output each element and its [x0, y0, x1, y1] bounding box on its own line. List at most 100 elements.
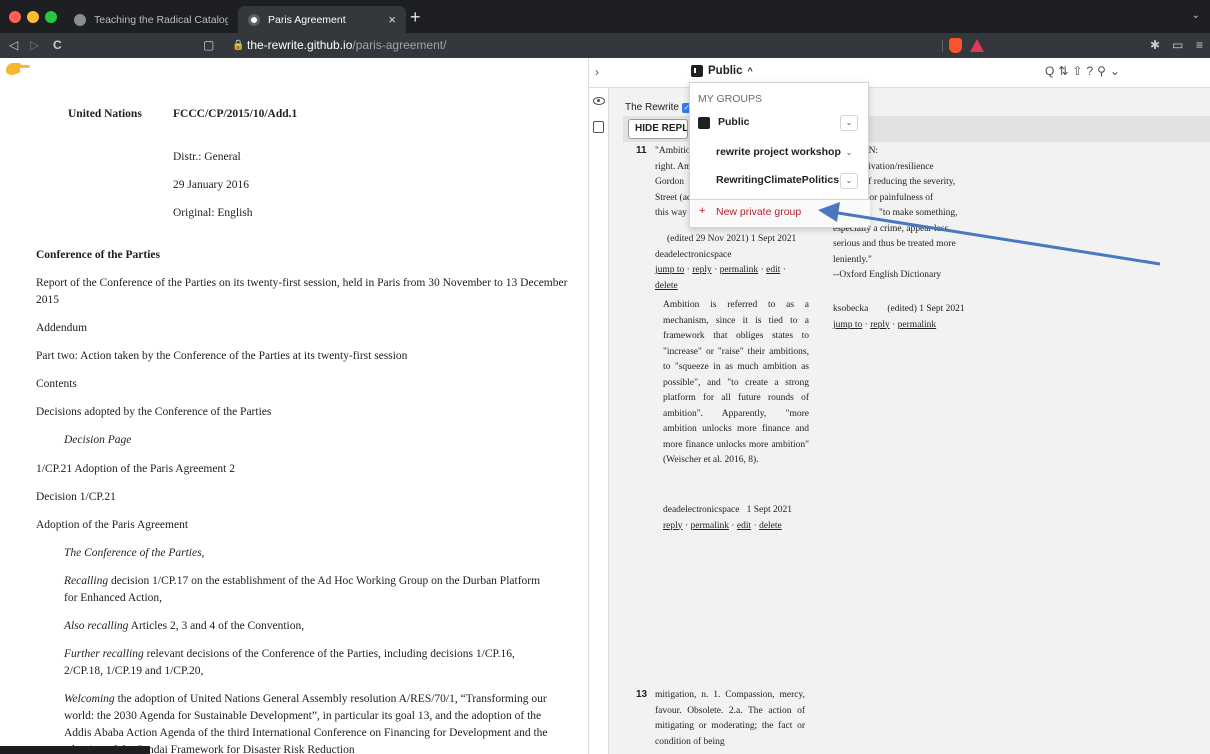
- group-selector-button[interactable]: Public ^: [691, 65, 753, 77]
- annotation-card: (edited 29 Nov 2021) 1 Sept 2021 deadele…: [655, 232, 825, 294]
- new-private-group-label: New private group: [716, 206, 802, 218]
- groups-dropdown: MY GROUPS Public ⌄ rewrite project works…: [689, 82, 870, 228]
- maximize-window-button[interactable]: [45, 11, 57, 23]
- contents-heading: Contents: [36, 378, 77, 390]
- further-recalling-cont: 2/CP.18, 1/CP.19 and 1/CP.20,: [64, 665, 204, 677]
- annotation-quote-fragment: "Ambitio right. Am Gordon Street (ac thi…: [655, 146, 689, 218]
- browser-menu-icon[interactable]: ≡: [1196, 38, 1203, 52]
- minimize-window-button[interactable]: [27, 11, 39, 23]
- expand-group-chevron-icon[interactable]: ⌄: [840, 145, 858, 161]
- delete-link[interactable]: delete: [655, 281, 678, 291]
- site-favicon-icon: [74, 13, 86, 26]
- url-host: the-rewrite.github.io: [247, 38, 353, 52]
- welcoming-line-2: world: the 2030 Agenda for Sustainable D…: [64, 710, 542, 722]
- jump-to-link[interactable]: jump to: [655, 265, 684, 275]
- part-two: Part two: Action taken by the Conference…: [36, 350, 408, 362]
- lock-icon: 🔒: [232, 40, 245, 51]
- url-path: /paris-agreement/: [352, 38, 447, 52]
- extensions-icon[interactable]: ✱: [1150, 38, 1160, 52]
- group-item-rewriting-climate[interactable]: RewritingClimatePolitics ⌄: [690, 169, 870, 193]
- reply-body: Ambition is referred to as a mechanism, …: [663, 300, 809, 465]
- annotation-meta: (edited) 1 Sept 2021: [887, 304, 965, 314]
- toolbar-divider: [942, 40, 943, 52]
- annotation-number: 11: [636, 145, 647, 156]
- sidebar-tools-icons[interactable]: Q⇅⇧?⚲⌄: [1045, 64, 1124, 78]
- page-notes-icon[interactable]: [593, 121, 604, 133]
- also-recalling-para: Also recalling Articles 2, 3 and 4 of th…: [64, 620, 305, 632]
- annotation-user[interactable]: ksobecka: [833, 304, 868, 314]
- adoption-heading: Adoption of the Paris Agreement: [36, 519, 189, 531]
- welcoming-line-3: Addis Ababa Action Agenda of the third I…: [64, 727, 548, 739]
- reply-date: 1 Sept 2021: [746, 505, 792, 515]
- tab-list-chevron-icon[interactable]: ⌄: [1192, 10, 1200, 21]
- definition-annotation-footer: ksobecka (edited) 1 Sept 2021 jump to · …: [833, 304, 965, 330]
- tab-title: Paris Agreement: [268, 13, 346, 26]
- edit-link[interactable]: edit: [766, 265, 780, 275]
- browser-tab-radical-catalogue[interactable]: Teaching the Radical Catalogue – C: [64, 6, 238, 33]
- show-highlights-eye-icon[interactable]: [593, 97, 605, 105]
- body-title: Conference of the Parties: [36, 249, 161, 261]
- hypothesis-logo-icon: [691, 65, 703, 77]
- annotation-sidebar: › Public ^ Q⇅⇧?⚲⌄ The Rewrite ✓ HIDE REP…: [588, 58, 1210, 754]
- new-private-group-button[interactable]: + New private group: [690, 199, 870, 225]
- reply-link[interactable]: reply: [692, 265, 712, 275]
- site-favicon-icon: [248, 13, 260, 26]
- new-tab-button[interactable]: +: [410, 7, 421, 27]
- caret-up-icon: ^: [747, 66, 753, 76]
- bookmark-icon[interactable]: ▢: [203, 38, 214, 52]
- annotation-meta: (edited 29 Nov 2021) 1 Sept 2021: [667, 234, 797, 244]
- recalling-para-cont: for Enhanced Action,: [64, 592, 163, 604]
- forward-icon[interactable]: ▷: [30, 38, 39, 52]
- browser-tab-bar: Teaching the Radical Catalogue – C Paris…: [0, 0, 1210, 33]
- distribution: Distr.: General: [173, 151, 241, 163]
- further-recalling-para: Further recalling relevant decisions of …: [64, 648, 515, 660]
- filter-row: The Rewrite ✓: [625, 102, 692, 113]
- hide-replies-button[interactable]: HIDE REPLIES: [628, 119, 688, 139]
- original-language: Original: English: [173, 207, 253, 219]
- jump-to-link[interactable]: jump to: [833, 320, 862, 330]
- dropdown-header: MY GROUPS: [698, 93, 762, 105]
- edit-link[interactable]: edit: [737, 521, 751, 531]
- group-item-public[interactable]: Public ⌄: [690, 111, 870, 135]
- permalink-link[interactable]: permalink: [720, 265, 759, 275]
- org-name: United Nations: [68, 108, 142, 120]
- sidebar-toggle-icon[interactable]: ▭: [1172, 38, 1183, 52]
- close-tab-icon[interactable]: ×: [388, 12, 396, 27]
- recalling-para: Recalling decision 1/CP.17 on the establ…: [64, 575, 541, 587]
- report-line: Report of the Conference of the Parties …: [36, 277, 568, 289]
- brave-rewards-icon[interactable]: [970, 39, 984, 52]
- group-item-workshop[interactable]: rewrite project workshop ⌄: [690, 141, 870, 165]
- group-name: rewrite project workshop: [716, 146, 841, 158]
- back-icon[interactable]: ◁: [9, 38, 18, 52]
- annotation-user[interactable]: deadelectronicspace: [655, 248, 825, 264]
- reply-link[interactable]: reply: [870, 320, 890, 330]
- group-name: RewritingClimatePolitics: [716, 174, 840, 186]
- browser-toolbar: ◁ ▷ C ▢ 🔒 the-rewrite.github.io/paris-ag…: [0, 33, 1210, 58]
- decisions-heading: Decisions adopted by the Conference of t…: [36, 406, 272, 418]
- document-symbol: FCCC/CP/2015/10/Add.1: [173, 108, 298, 120]
- decision-page-label: Decision Page: [64, 434, 132, 446]
- decision-number: Decision 1/CP.21: [36, 491, 116, 503]
- permalink-link[interactable]: permalink: [898, 320, 937, 330]
- report-year: 2015: [36, 294, 59, 306]
- delete-link[interactable]: delete: [759, 521, 782, 531]
- plus-icon: +: [699, 205, 706, 217]
- group-selector-label: Public: [708, 65, 743, 77]
- decision-entry: 1/CP.21 Adoption of the Paris Agreement …: [36, 463, 236, 475]
- expand-group-chevron-icon[interactable]: ⌄: [840, 115, 858, 131]
- reply-link[interactable]: reply: [663, 521, 683, 531]
- collapse-sidebar-icon[interactable]: ›: [595, 65, 599, 79]
- group-name: Public: [718, 116, 750, 128]
- expand-group-chevron-icon[interactable]: ⌄: [840, 173, 858, 189]
- address-bar[interactable]: the-rewrite.github.io/paris-agreement/: [247, 38, 446, 52]
- tab-title: Teaching the Radical Catalogue – C: [94, 13, 228, 26]
- browser-tab-paris-agreement[interactable]: Paris Agreement ×: [238, 6, 406, 33]
- document-date: 29 January 2016: [173, 179, 250, 191]
- annotation-card-13: mitigation, n. 1. Compassion, mercy, fav…: [655, 690, 805, 747]
- permalink-link[interactable]: permalink: [690, 521, 729, 531]
- reply-card-footer: deadelectronicspace 1 Sept 2021 reply · …: [663, 505, 792, 531]
- reply-user[interactable]: deadelectronicspace: [663, 505, 739, 515]
- brave-shields-icon[interactable]: [949, 38, 962, 53]
- close-window-button[interactable]: [9, 11, 21, 23]
- reload-icon[interactable]: C: [53, 38, 62, 52]
